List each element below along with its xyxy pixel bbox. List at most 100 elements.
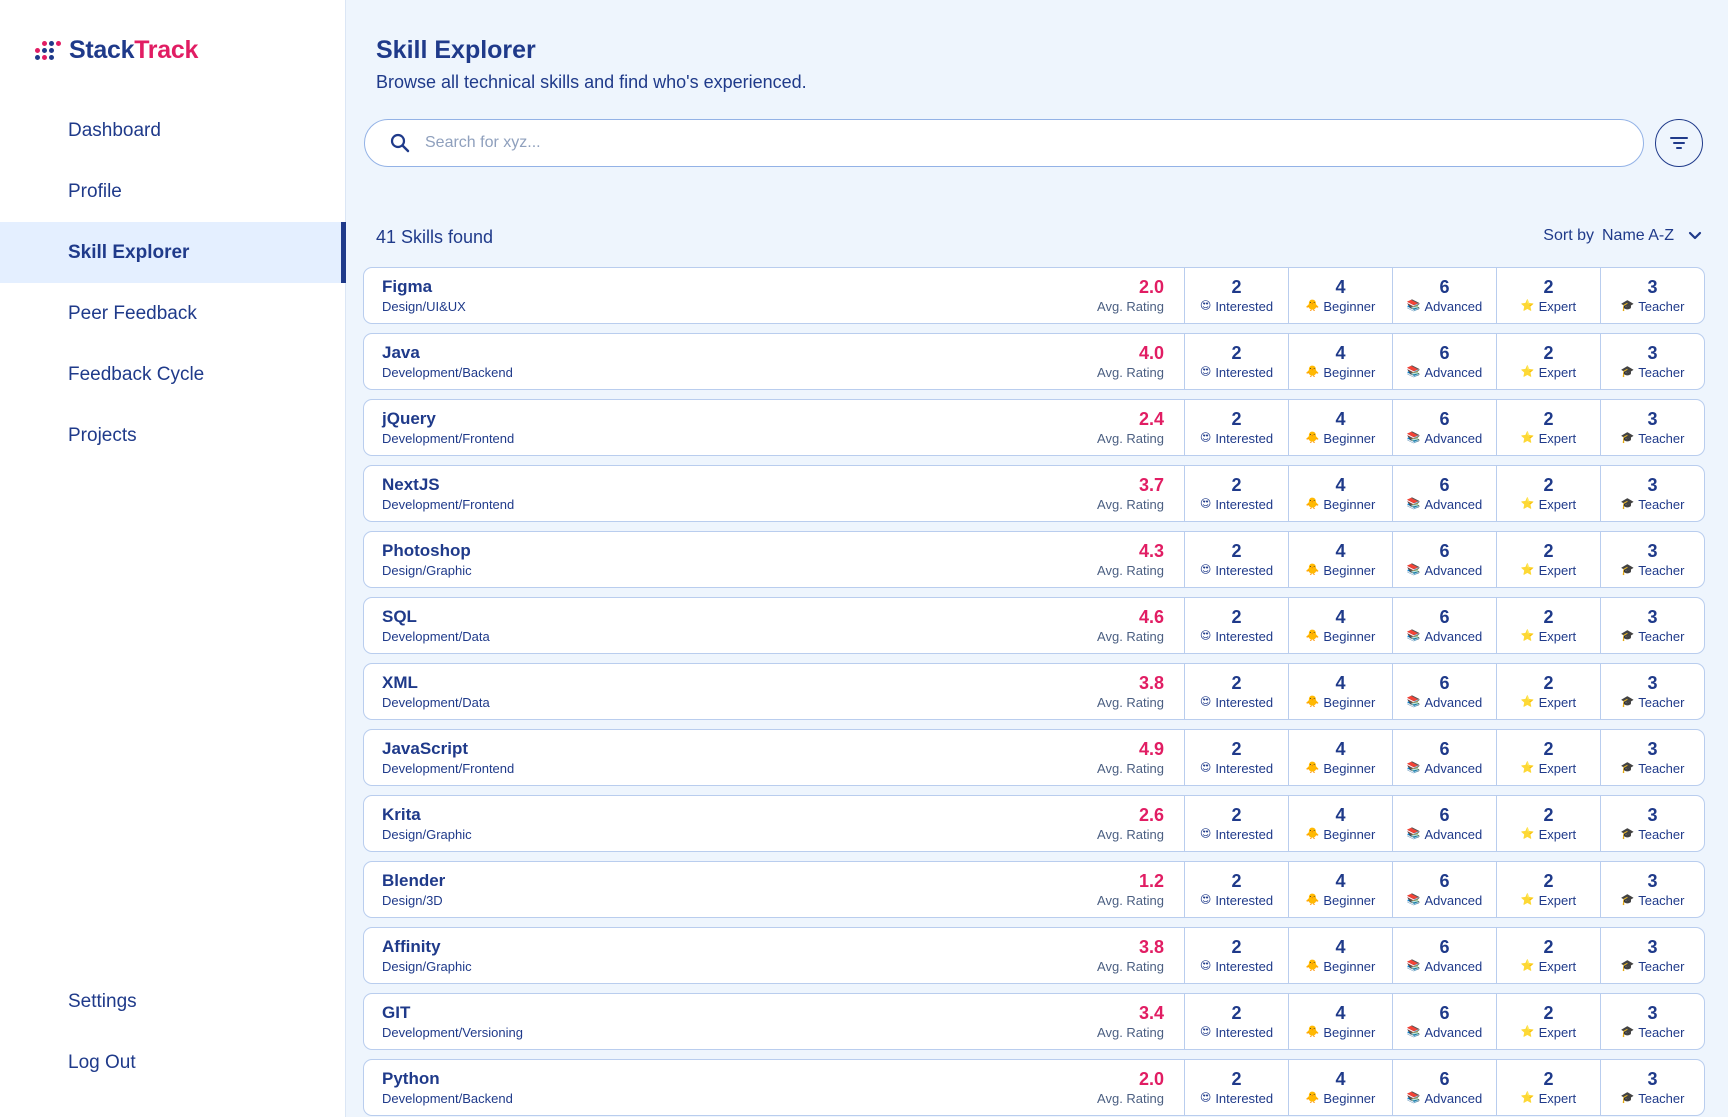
sort-dropdown[interactable]: Sort by Name A-Z xyxy=(1543,227,1702,245)
stat-beginner[interactable]: 4 🐥 Beginner xyxy=(1288,994,1392,1049)
skill-row[interactable]: Photoshop Design/Graphic 4.3 Avg. Rating 2 😍 I… xyxy=(363,531,1705,588)
stat-teacher[interactable]: 3 🎓 Teacher xyxy=(1600,334,1704,389)
stat-interested[interactable]: 2 😍 Interested xyxy=(1184,1060,1288,1115)
filter-button[interactable] xyxy=(1655,119,1703,167)
stat-advanced[interactable]: 6 📚 Advanced xyxy=(1392,532,1496,587)
stat-expert[interactable]: 2 ⭐ Expert xyxy=(1496,532,1600,587)
app-logo[interactable]: StackTrack xyxy=(35,36,198,65)
stat-beginner[interactable]: 4 🐥 Beginner xyxy=(1288,862,1392,917)
stat-advanced[interactable]: 6 📚 Advanced xyxy=(1392,664,1496,719)
stat-interested[interactable]: 2 😍 Interested xyxy=(1184,400,1288,455)
stat-interested[interactable]: 2 😍 Interested xyxy=(1184,664,1288,719)
stat-advanced[interactable]: 6 📚 Advanced xyxy=(1392,730,1496,785)
stat-advanced[interactable]: 6 📚 Advanced xyxy=(1392,400,1496,455)
skill-row[interactable]: Affinity Design/Graphic 3.8 Avg. Rating 2 😍 In… xyxy=(363,927,1705,984)
expert-icon: ⭐ xyxy=(1520,498,1535,510)
nav-item-peer-feedback[interactable]: Peer Feedback xyxy=(0,283,346,344)
stat-beginner[interactable]: 4 🐥 Beginner xyxy=(1288,466,1392,521)
stat-interested[interactable]: 2 😍 Interested xyxy=(1184,994,1288,1049)
stat-beginner[interactable]: 4 🐥 Beginner xyxy=(1288,796,1392,851)
stat-interested-text: Interested xyxy=(1215,1025,1274,1040)
stat-expert[interactable]: 2 ⭐ Expert xyxy=(1496,862,1600,917)
stat-beginner[interactable]: 4 🐥 Beginner xyxy=(1288,928,1392,983)
stat-expert[interactable]: 2 ⭐ Expert xyxy=(1496,466,1600,521)
stat-interested[interactable]: 2 😍 Interested xyxy=(1184,268,1288,323)
stat-beginner[interactable]: 4 🐥 Beginner xyxy=(1288,598,1392,653)
stat-beginner[interactable]: 4 🐥 Beginner xyxy=(1288,334,1392,389)
stat-interested[interactable]: 2 😍 Interested xyxy=(1184,598,1288,653)
stat-expert[interactable]: 2 ⭐ Expert xyxy=(1496,400,1600,455)
stat-expert[interactable]: 2 ⭐ Expert xyxy=(1496,730,1600,785)
stat-advanced[interactable]: 6 📚 Advanced xyxy=(1392,598,1496,653)
nav-item-dashboard[interactable]: Dashboard xyxy=(0,100,346,161)
stat-expert[interactable]: 2 ⭐ Expert xyxy=(1496,598,1600,653)
stat-advanced-count: 6 xyxy=(1439,673,1450,693)
nav-item-skill-explorer[interactable]: Skill Explorer xyxy=(0,222,346,283)
stat-interested[interactable]: 2 😍 Interested xyxy=(1184,730,1288,785)
stat-teacher[interactable]: 3 🎓 Teacher xyxy=(1600,1060,1704,1115)
stat-teacher[interactable]: 3 🎓 Teacher xyxy=(1600,928,1704,983)
nav-item-projects[interactable]: Projects xyxy=(0,405,346,466)
skill-row[interactable]: Figma Design/UI&UX 2.0 Avg. Rating 2 😍 Interes… xyxy=(363,267,1705,324)
stat-expert[interactable]: 2 ⭐ Expert xyxy=(1496,334,1600,389)
stat-interested[interactable]: 2 😍 Interested xyxy=(1184,862,1288,917)
stat-beginner[interactable]: 4 🐥 Beginner xyxy=(1288,730,1392,785)
stat-expert[interactable]: 2 ⭐ Expert xyxy=(1496,928,1600,983)
stat-expert[interactable]: 2 ⭐ Expert xyxy=(1496,664,1600,719)
stat-beginner-label: 🐥 Beginner xyxy=(1306,364,1376,381)
nav-item-log-out[interactable]: Log Out xyxy=(0,1032,346,1093)
stat-advanced[interactable]: 6 📚 Advanced xyxy=(1392,862,1496,917)
stat-teacher[interactable]: 3 🎓 Teacher xyxy=(1600,400,1704,455)
skill-row[interactable]: NextJS Development/Frontend 3.7 Avg. Rating… xyxy=(363,465,1705,522)
stat-teacher[interactable]: 3 🎓 Teacher xyxy=(1600,796,1704,851)
stat-advanced[interactable]: 6 📚 Advanced xyxy=(1392,268,1496,323)
stat-expert[interactable]: 2 ⭐ Expert xyxy=(1496,268,1600,323)
stat-teacher[interactable]: 3 🎓 Teacher xyxy=(1600,466,1704,521)
stat-teacher[interactable]: 3 🎓 Teacher xyxy=(1600,532,1704,587)
skill-row[interactable]: Java Development/Backend 4.0 Avg. Rating 2 😍 I… xyxy=(363,333,1705,390)
stat-expert[interactable]: 2 ⭐ Expert xyxy=(1496,1060,1600,1115)
nav-item-profile[interactable]: Profile xyxy=(0,161,346,222)
skill-row[interactable]: Krita Design/Graphic 2.6 Avg. Rating 2 😍 Inter… xyxy=(363,795,1705,852)
stat-teacher[interactable]: 3 🎓 Teacher xyxy=(1600,664,1704,719)
stat-interested[interactable]: 2 😍 Interested xyxy=(1184,334,1288,389)
stat-interested[interactable]: 2 😍 Interested xyxy=(1184,928,1288,983)
stat-beginner-text: Beginner xyxy=(1323,959,1376,974)
nav-item-settings[interactable]: Settings xyxy=(0,971,346,1032)
stat-advanced[interactable]: 6 📚 Advanced xyxy=(1392,334,1496,389)
nav-item-feedback-cycle[interactable]: Feedback Cycle xyxy=(0,344,346,405)
stat-advanced[interactable]: 6 📚 Advanced xyxy=(1392,1060,1496,1115)
stat-beginner[interactable]: 4 🐥 Beginner xyxy=(1288,400,1392,455)
stat-advanced[interactable]: 6 📚 Advanced xyxy=(1392,466,1496,521)
stat-beginner[interactable]: 4 🐥 Beginner xyxy=(1288,532,1392,587)
skill-row[interactable]: Blender Design/3D 1.2 Avg. Rating 2 😍 Interest… xyxy=(363,861,1705,918)
skill-row[interactable]: GIT Development/Versioning 3.4 Avg. Rating 2… xyxy=(363,993,1705,1050)
advanced-icon: 📚 xyxy=(1406,828,1421,840)
stat-interested[interactable]: 2 😍 Interested xyxy=(1184,796,1288,851)
stat-expert[interactable]: 2 ⭐ Expert xyxy=(1496,796,1600,851)
stat-advanced[interactable]: 6 📚 Advanced xyxy=(1392,994,1496,1049)
search-bar[interactable] xyxy=(364,119,1644,167)
stat-teacher[interactable]: 3 🎓 Teacher xyxy=(1600,268,1704,323)
skill-row[interactable]: JavaScript Development/Frontend 4.9 Avg. Ra… xyxy=(363,729,1705,786)
search-input[interactable] xyxy=(425,134,1605,152)
stat-beginner[interactable]: 4 🐥 Beginner xyxy=(1288,268,1392,323)
stat-advanced[interactable]: 6 📚 Advanced xyxy=(1392,796,1496,851)
stat-teacher[interactable]: 3 🎓 Teacher xyxy=(1600,730,1704,785)
skill-row[interactable]: jQuery Development/Frontend 2.4 Avg. Rating… xyxy=(363,399,1705,456)
stat-interested[interactable]: 2 😍 Interested xyxy=(1184,532,1288,587)
stat-beginner[interactable]: 4 🐥 Beginner xyxy=(1288,664,1392,719)
skill-row[interactable]: Python Development/Backend 2.0 Avg. Rating 2… xyxy=(363,1059,1705,1116)
stat-teacher[interactable]: 3 🎓 Teacher xyxy=(1600,862,1704,917)
skill-row[interactable]: XML Development/Data 3.8 Avg. Rating 2 😍 Inter… xyxy=(363,663,1705,720)
stat-teacher-text: Teacher xyxy=(1638,761,1685,776)
stat-advanced[interactable]: 6 📚 Advanced xyxy=(1392,928,1496,983)
stat-teacher[interactable]: 3 🎓 Teacher xyxy=(1600,598,1704,653)
stat-teacher[interactable]: 3 🎓 Teacher xyxy=(1600,994,1704,1049)
stat-interested[interactable]: 2 😍 Interested xyxy=(1184,466,1288,521)
stat-beginner[interactable]: 4 🐥 Beginner xyxy=(1288,1060,1392,1115)
stat-interested-label: 😍 Interested xyxy=(1200,1090,1273,1107)
stat-expert[interactable]: 2 ⭐ Expert xyxy=(1496,994,1600,1049)
expert-icon: ⭐ xyxy=(1520,366,1535,378)
skill-row[interactable]: SQL Development/Data 4.6 Avg. Rating 2 😍 Inter… xyxy=(363,597,1705,654)
